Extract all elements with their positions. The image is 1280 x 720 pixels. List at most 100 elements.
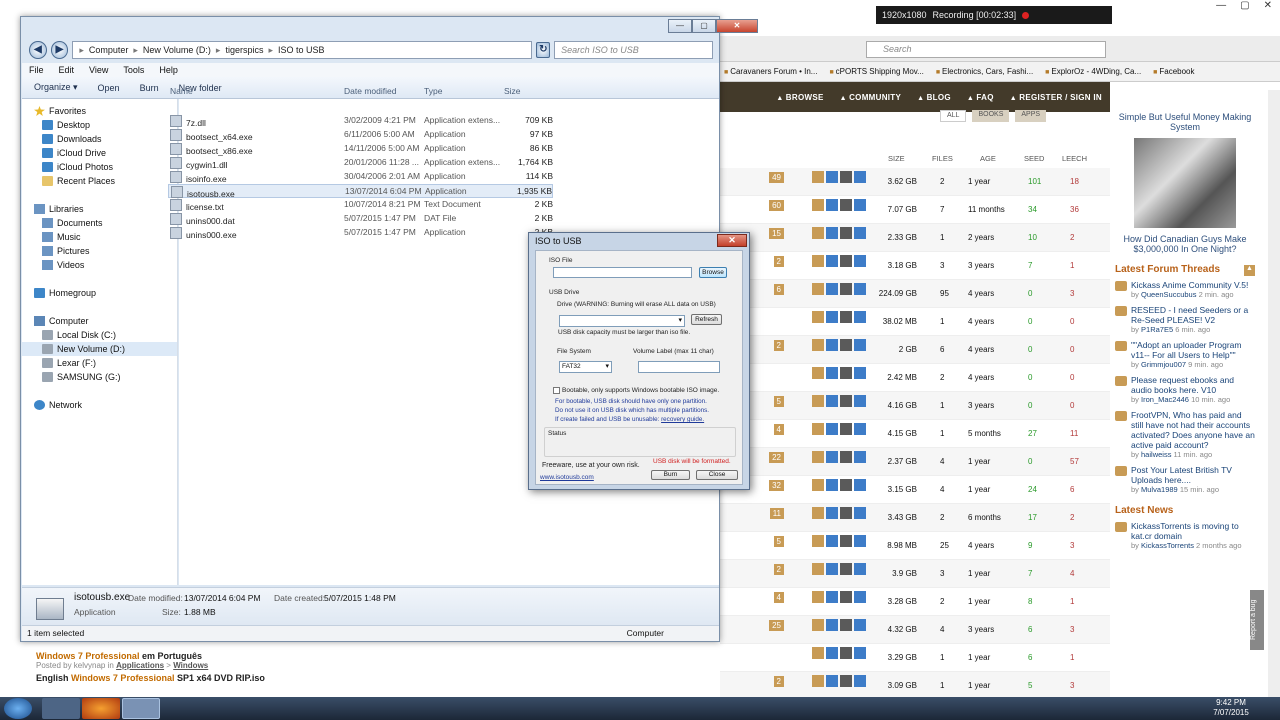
nav-item[interactable]: Documents — [22, 216, 177, 230]
verified-icon[interactable] — [812, 619, 824, 631]
magnet-icon[interactable] — [840, 675, 852, 687]
magnet-icon[interactable] — [840, 367, 852, 379]
torrent-row[interactable]: 15 2.33 GB 1 2 years 10 2 — [720, 224, 1110, 252]
col-files[interactable]: FILES — [932, 154, 953, 163]
verified-icon[interactable] — [812, 675, 824, 687]
download-icon[interactable] — [826, 395, 838, 407]
comments-badge[interactable]: 15 — [769, 228, 784, 239]
thread-user[interactable]: hailweiss — [1141, 450, 1171, 459]
category-tab[interactable]: APPS — [1015, 110, 1047, 122]
magnet-icon[interactable] — [840, 591, 852, 603]
verified-icon[interactable] — [812, 647, 824, 659]
refresh-icon[interactable]: ↻ — [536, 42, 551, 58]
magnet-icon[interactable] — [840, 647, 852, 659]
torrent-row[interactable]: 6 224.09 GB 95 4 years 0 3 — [720, 280, 1110, 308]
col-age[interactable]: AGE — [980, 154, 996, 163]
verified-icon[interactable] — [812, 479, 824, 491]
comments-badge[interactable]: 2 — [773, 340, 784, 351]
nav-item[interactable]: Local Disk (C:) — [22, 328, 177, 342]
menu-item[interactable]: File — [29, 65, 44, 75]
news-item[interactable]: KickassTorrents is moving to kat.cr doma… — [1115, 521, 1255, 551]
verified-icon[interactable] — [812, 171, 824, 183]
record-icon[interactable] — [1022, 11, 1030, 19]
thread-user[interactable]: Iron_Mac2446 — [1141, 395, 1189, 404]
close-icon[interactable]: ✕ — [1264, 0, 1272, 18]
taskbar-isotousb-icon[interactable] — [122, 698, 160, 719]
category-tab[interactable]: BOOKS — [972, 110, 1010, 122]
bookmark-icon[interactable] — [854, 535, 866, 547]
verified-icon[interactable] — [812, 255, 824, 267]
download-icon[interactable] — [826, 507, 838, 519]
verified-icon[interactable] — [812, 227, 824, 239]
site-nav-item[interactable]: BLOG — [917, 93, 951, 102]
magnet-icon[interactable] — [840, 619, 852, 631]
search-input[interactable]: Search ISO to USB — [554, 41, 713, 59]
comments-badge[interactable]: 5 — [773, 536, 784, 547]
bookmark-icon[interactable] — [854, 171, 866, 183]
menu-item[interactable]: Edit — [59, 65, 75, 75]
download-icon[interactable] — [826, 339, 838, 351]
result-item[interactable]: English Windows 7 Professional SP1 x64 D… — [36, 673, 720, 683]
magnet-icon[interactable] — [840, 171, 852, 183]
ad-text-bottom[interactable]: How Did Canadian Guys Make $3,000,000 In… — [1115, 234, 1255, 254]
thread-user[interactable]: QueenSuccubus — [1141, 290, 1196, 299]
taskbar-firefox-icon[interactable] — [82, 698, 120, 719]
torrent-row[interactable]: 2 3.09 GB 1 1 year 5 3 — [720, 672, 1110, 700]
bookmark-item[interactable]: Facebook — [1153, 67, 1194, 76]
col-leech[interactable]: LEECH — [1062, 154, 1087, 163]
torrent-row[interactable]: 2 3.18 GB 3 3 years 7 1 — [720, 252, 1110, 280]
iso-file-input[interactable] — [553, 267, 692, 278]
nav-item[interactable]: Downloads — [22, 132, 177, 146]
comments-badge[interactable]: 4 — [773, 592, 784, 603]
magnet-icon[interactable] — [840, 227, 852, 239]
file-row[interactable]: bootsect_x86.exe 14/11/2006 5:00 AM Applic… — [168, 142, 553, 156]
magnet-icon[interactable] — [840, 535, 852, 547]
menu-item[interactable]: View — [89, 65, 108, 75]
magnet-icon[interactable] — [840, 255, 852, 267]
recovery-link[interactable]: recovery guide. — [661, 416, 704, 423]
col-size[interactable]: SIZE — [888, 154, 905, 163]
download-icon[interactable] — [826, 591, 838, 603]
magnet-icon[interactable] — [840, 451, 852, 463]
magnet-icon[interactable] — [840, 479, 852, 491]
nav-item[interactable]: Videos — [22, 258, 177, 272]
bookmark-item[interactable]: Caravaners Forum • In... — [724, 67, 817, 76]
magnet-icon[interactable] — [840, 199, 852, 211]
nav-item[interactable]: Libraries — [22, 202, 177, 216]
thread-user[interactable]: Grimmjou007 — [1141, 360, 1186, 369]
bookmark-icon[interactable] — [854, 283, 866, 295]
toolbar-button[interactable]: Burn — [140, 83, 159, 93]
forum-thread[interactable]: ""Adopt an uploader Program v11-- For al… — [1115, 340, 1255, 370]
minimize-button[interactable]: — — [668, 19, 692, 33]
bookmark-item[interactable]: ExplorOz - 4WDing, Ca... — [1045, 67, 1141, 76]
torrent-row[interactable]: 5 4.16 GB 1 3 years 0 0 — [720, 392, 1110, 420]
forum-thread[interactable]: Post Your Latest British TV Uploads here… — [1115, 465, 1255, 495]
torrent-row[interactable]: 22 2.37 GB 4 1 year 0 57 — [720, 448, 1110, 476]
bookmark-icon[interactable] — [854, 675, 866, 687]
download-icon[interactable] — [826, 423, 838, 435]
bookmark-icon[interactable] — [854, 619, 866, 631]
browser-scrollbar[interactable] — [1268, 90, 1280, 697]
bookmark-icon[interactable] — [854, 367, 866, 379]
download-icon[interactable] — [826, 255, 838, 267]
nav-item[interactable]: Lexar (F:) — [22, 356, 177, 370]
download-icon[interactable] — [826, 479, 838, 491]
ad-text-top[interactable]: Simple But Useful Money Making System — [1115, 112, 1255, 132]
verified-icon[interactable] — [812, 283, 824, 295]
result-title[interactable]: Windows 7 Professional em Português — [36, 651, 720, 661]
bookmark-icon[interactable] — [854, 423, 866, 435]
comments-badge[interactable]: 25 — [769, 620, 784, 631]
thread-title[interactable]: ""Adopt an uploader Program v11-- For al… — [1131, 340, 1241, 360]
result-category[interactable]: Applications — [116, 661, 164, 670]
thread-title[interactable]: FrootVPN, Who has paid and still have no… — [1131, 410, 1255, 450]
bookmark-item[interactable]: cPORTS Shipping Mov... — [829, 67, 924, 76]
comments-badge[interactable]: 5 — [773, 396, 784, 407]
comments-badge[interactable]: 2 — [773, 256, 784, 267]
magnet-icon[interactable] — [840, 423, 852, 435]
col-size[interactable]: Size — [504, 86, 521, 96]
verified-icon[interactable] — [812, 339, 824, 351]
bootable-checkbox[interactable] — [553, 387, 560, 394]
comments-badge[interactable]: 49 — [769, 172, 784, 183]
thread-title[interactable]: Please request ebooks and audio books he… — [1131, 375, 1234, 395]
torrent-row[interactable]: 60 7.07 GB 7 11 months 34 36 — [720, 196, 1110, 224]
